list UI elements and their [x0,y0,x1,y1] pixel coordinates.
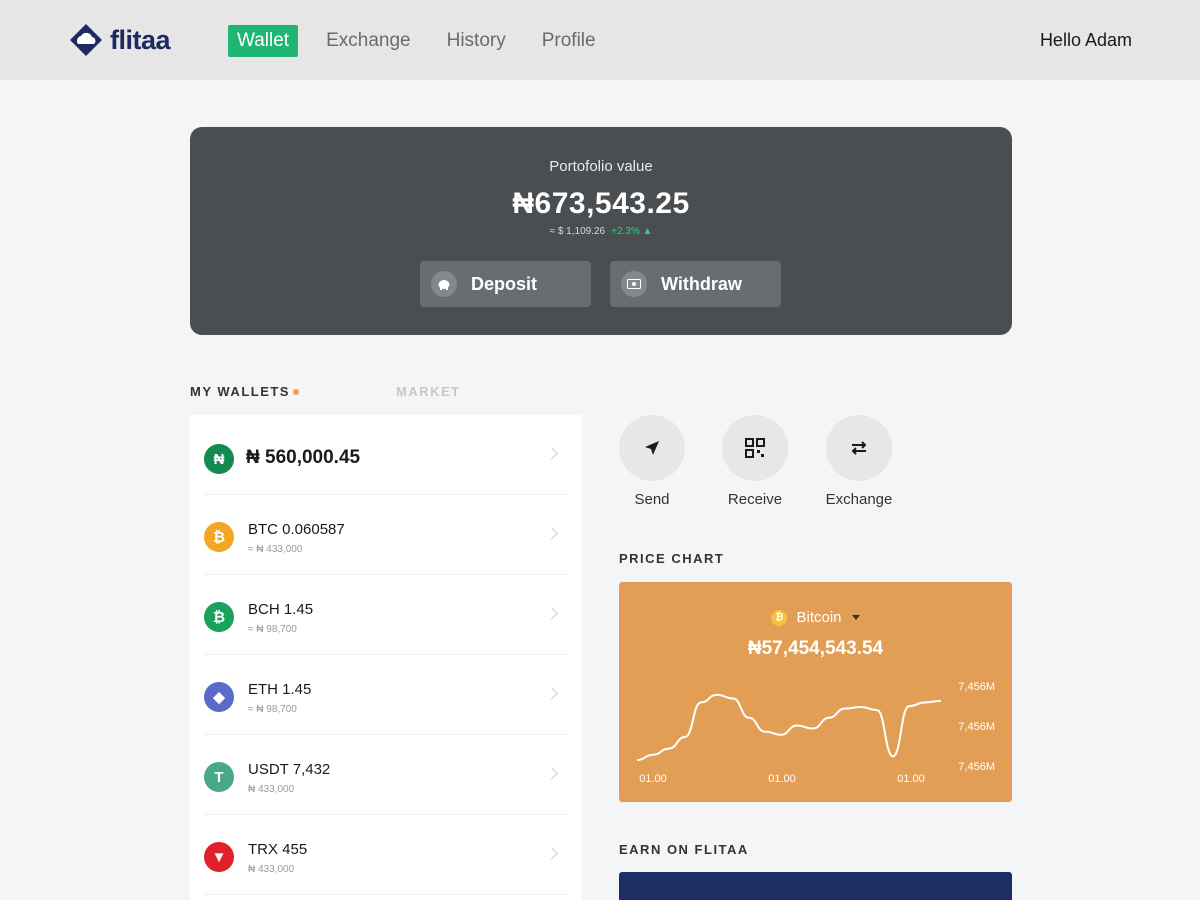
wallet-balance: BTC 0.060587 [248,521,345,538]
chevron-right-icon [545,607,558,620]
brand-name: flitaa [110,24,171,55]
wallet-list: ₦ ₦ 560,000.45 ₿ BTC 0.060587 ≈ ₦ 433,00… [190,415,582,900]
exchange-button[interactable]: Exchange [814,415,904,508]
swap-arrows-icon [851,441,867,455]
exchange-label: Exchange [825,491,893,508]
wallet-balance: ₦ 560,000.45 [246,447,361,468]
x-tick-label: 01.00 [768,773,796,785]
nav-item-exchange[interactable]: Exchange [326,25,411,57]
wallet-row-usdt[interactable]: T USDT 7,432 ₦ 433,000 [204,735,568,815]
tab-market[interactable]: MARKET [396,384,461,399]
portfolio-change: +2.3% ▲ [611,226,653,237]
portfolio-label: Portofolio value [549,158,653,175]
piggy-bank-icon [431,271,457,297]
tron-icon: ▼ [204,842,234,872]
active-tab-dot [292,389,299,395]
bitcoin-icon: ₿ [204,522,234,552]
top-navigation-bar: flitaa Wallet Exchange History Profile H… [0,0,1200,80]
coin-price: ₦57,454,543.54 [747,638,884,659]
receive-button[interactable]: Receive [710,415,800,508]
portfolio-card: Portofolio value ₦673,543.25 ≈ $ 1,109.2… [190,127,1012,335]
portfolio-subvalue: ≈ $ 1,109.26 +2.3% ▲ [190,226,1012,237]
wallet-naira-equivalent: ₦ 433,000 [248,864,295,875]
tab-my-wallets-label: MY WALLETS [190,384,290,399]
withdraw-button[interactable]: Withdraw [610,261,781,307]
price-chart-title: PRICE CHART [619,551,725,566]
wallet-balance: ETH 1.45 [248,681,312,698]
send-icon-circle [619,415,685,481]
earn-banner[interactable] [619,872,1012,900]
wallet-naira-equivalent: ≈ ₦ 98,700 [248,704,297,715]
receive-label: Receive [727,491,783,508]
bitcoin-cash-icon: ₿ [204,602,234,632]
chevron-right-icon [545,527,558,540]
wallet-naira-equivalent: ₦ 433,000 [248,784,295,795]
nav-item-profile[interactable]: Profile [542,25,596,57]
main-nav: Wallet Exchange History Profile [228,25,632,57]
tether-icon: T [204,762,234,792]
x-tick-label: 01.00 [897,773,925,785]
wallet-row-btc[interactable]: ₿ BTC 0.060587 ≈ ₦ 433,000 [204,495,568,575]
earn-section-title: EARN ON FLITAA [619,842,749,857]
chevron-right-icon [545,767,558,780]
wallet-balance: USDT 7,432 [248,761,331,778]
nav-item-history[interactable]: History [447,25,506,57]
chevron-right-icon [545,847,558,860]
x-tick-label: 01.00 [639,773,667,785]
nav-item-wallet[interactable]: Wallet [228,25,299,57]
coin-selector[interactable]: ₿ Bitcoin [619,609,1012,626]
wallet-row-bch[interactable]: ₿ BCH 1.45 ≈ ₦ 98,700 [204,575,568,655]
chevron-right-icon [545,447,558,460]
portfolio-usd-value: ≈ $ 1,109.26 [549,226,606,237]
send-label: Send [634,491,670,508]
wallet-row-eth[interactable]: ◆ ETH 1.45 ≈ ₦ 98,700 [204,655,568,735]
tab-my-wallets[interactable]: MY WALLETS [190,384,299,399]
y-tick-label: 7,456M [958,681,995,693]
chevron-right-icon [545,687,558,700]
naira-icon: ₦ [204,444,234,474]
coin-selector-label: Bitcoin [796,609,842,626]
wallet-row-naira[interactable]: ₦ ₦ 560,000.45 [204,415,568,495]
wallet-balance: TRX 455 [248,841,308,858]
wallet-row-trx[interactable]: ▼ TRX 455 ₦ 433,000 [204,815,568,895]
ethereum-icon: ◆ [204,682,234,712]
brand-logo[interactable]: flitaa [68,22,171,58]
send-button[interactable]: Send [607,415,697,508]
send-icon [645,441,659,455]
receive-icon-circle [722,415,788,481]
price-chart-card: 01.00 01.00 01.00 7,456M 7,456M 7,456M ₿ Bitc… [619,582,1012,802]
deposit-button[interactable]: Deposit [420,261,591,307]
bitcoin-icon: ₿ [771,609,788,626]
wallet-naira-equivalent: ≈ ₦ 433,000 [248,544,303,555]
deposit-label: Deposit [471,273,538,294]
user-greeting[interactable]: Hello Adam [1040,30,1132,51]
y-tick-label: 7,456M [958,721,995,733]
withdraw-label: Withdraw [661,273,742,294]
caret-down-icon [851,615,860,620]
wallet-naira-equivalent: ≈ ₦ 98,700 [248,624,297,635]
cloud-diamond-icon [70,24,102,56]
qr-code-icon [745,438,765,458]
y-tick-label: 7,456M [958,761,995,773]
wallet-balance: BCH 1.45 [248,601,314,618]
price-series-line [636,693,942,762]
exchange-icon-circle [826,415,892,481]
cash-icon [621,271,647,297]
portfolio-amount: ₦673,543.25 [512,187,690,220]
